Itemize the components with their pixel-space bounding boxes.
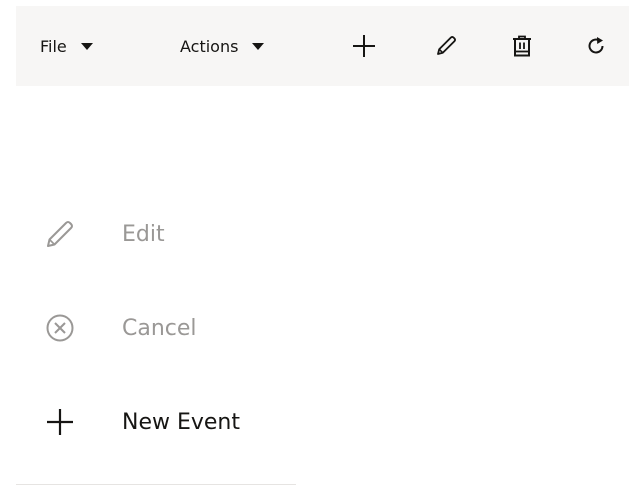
menu-item-label: New Event: [122, 409, 241, 435]
delete-button[interactable]: [508, 32, 536, 60]
file-menu-label: File: [40, 36, 67, 56]
menu-bottom-divider: [16, 484, 296, 485]
trash-icon: [513, 35, 531, 57]
menu-item-cancel[interactable]: Cancel: [0, 298, 300, 358]
circle-x-icon: [42, 310, 78, 346]
file-menu-button[interactable]: File: [40, 6, 93, 86]
actions-menu-label: Actions: [180, 36, 239, 56]
actions-menu-button[interactable]: Actions: [180, 6, 265, 86]
refresh-icon: [588, 37, 604, 54]
menu-item-new-event[interactable]: New Event: [0, 392, 300, 452]
menu-item-edit[interactable]: Edit: [0, 204, 300, 264]
plus-icon: [353, 35, 375, 57]
menu-item-label: Edit: [122, 221, 165, 247]
edit-button[interactable]: [432, 32, 460, 60]
refresh-button[interactable]: [582, 32, 610, 60]
toolbar: File Actions: [16, 6, 629, 86]
caret-down-icon: [80, 42, 93, 50]
plus-icon: [42, 404, 78, 440]
pencil-icon: [437, 36, 456, 55]
menu-item-label: Cancel: [122, 315, 197, 341]
add-button[interactable]: [350, 32, 378, 60]
caret-down-icon: [252, 42, 265, 50]
pencil-icon: [42, 216, 78, 252]
